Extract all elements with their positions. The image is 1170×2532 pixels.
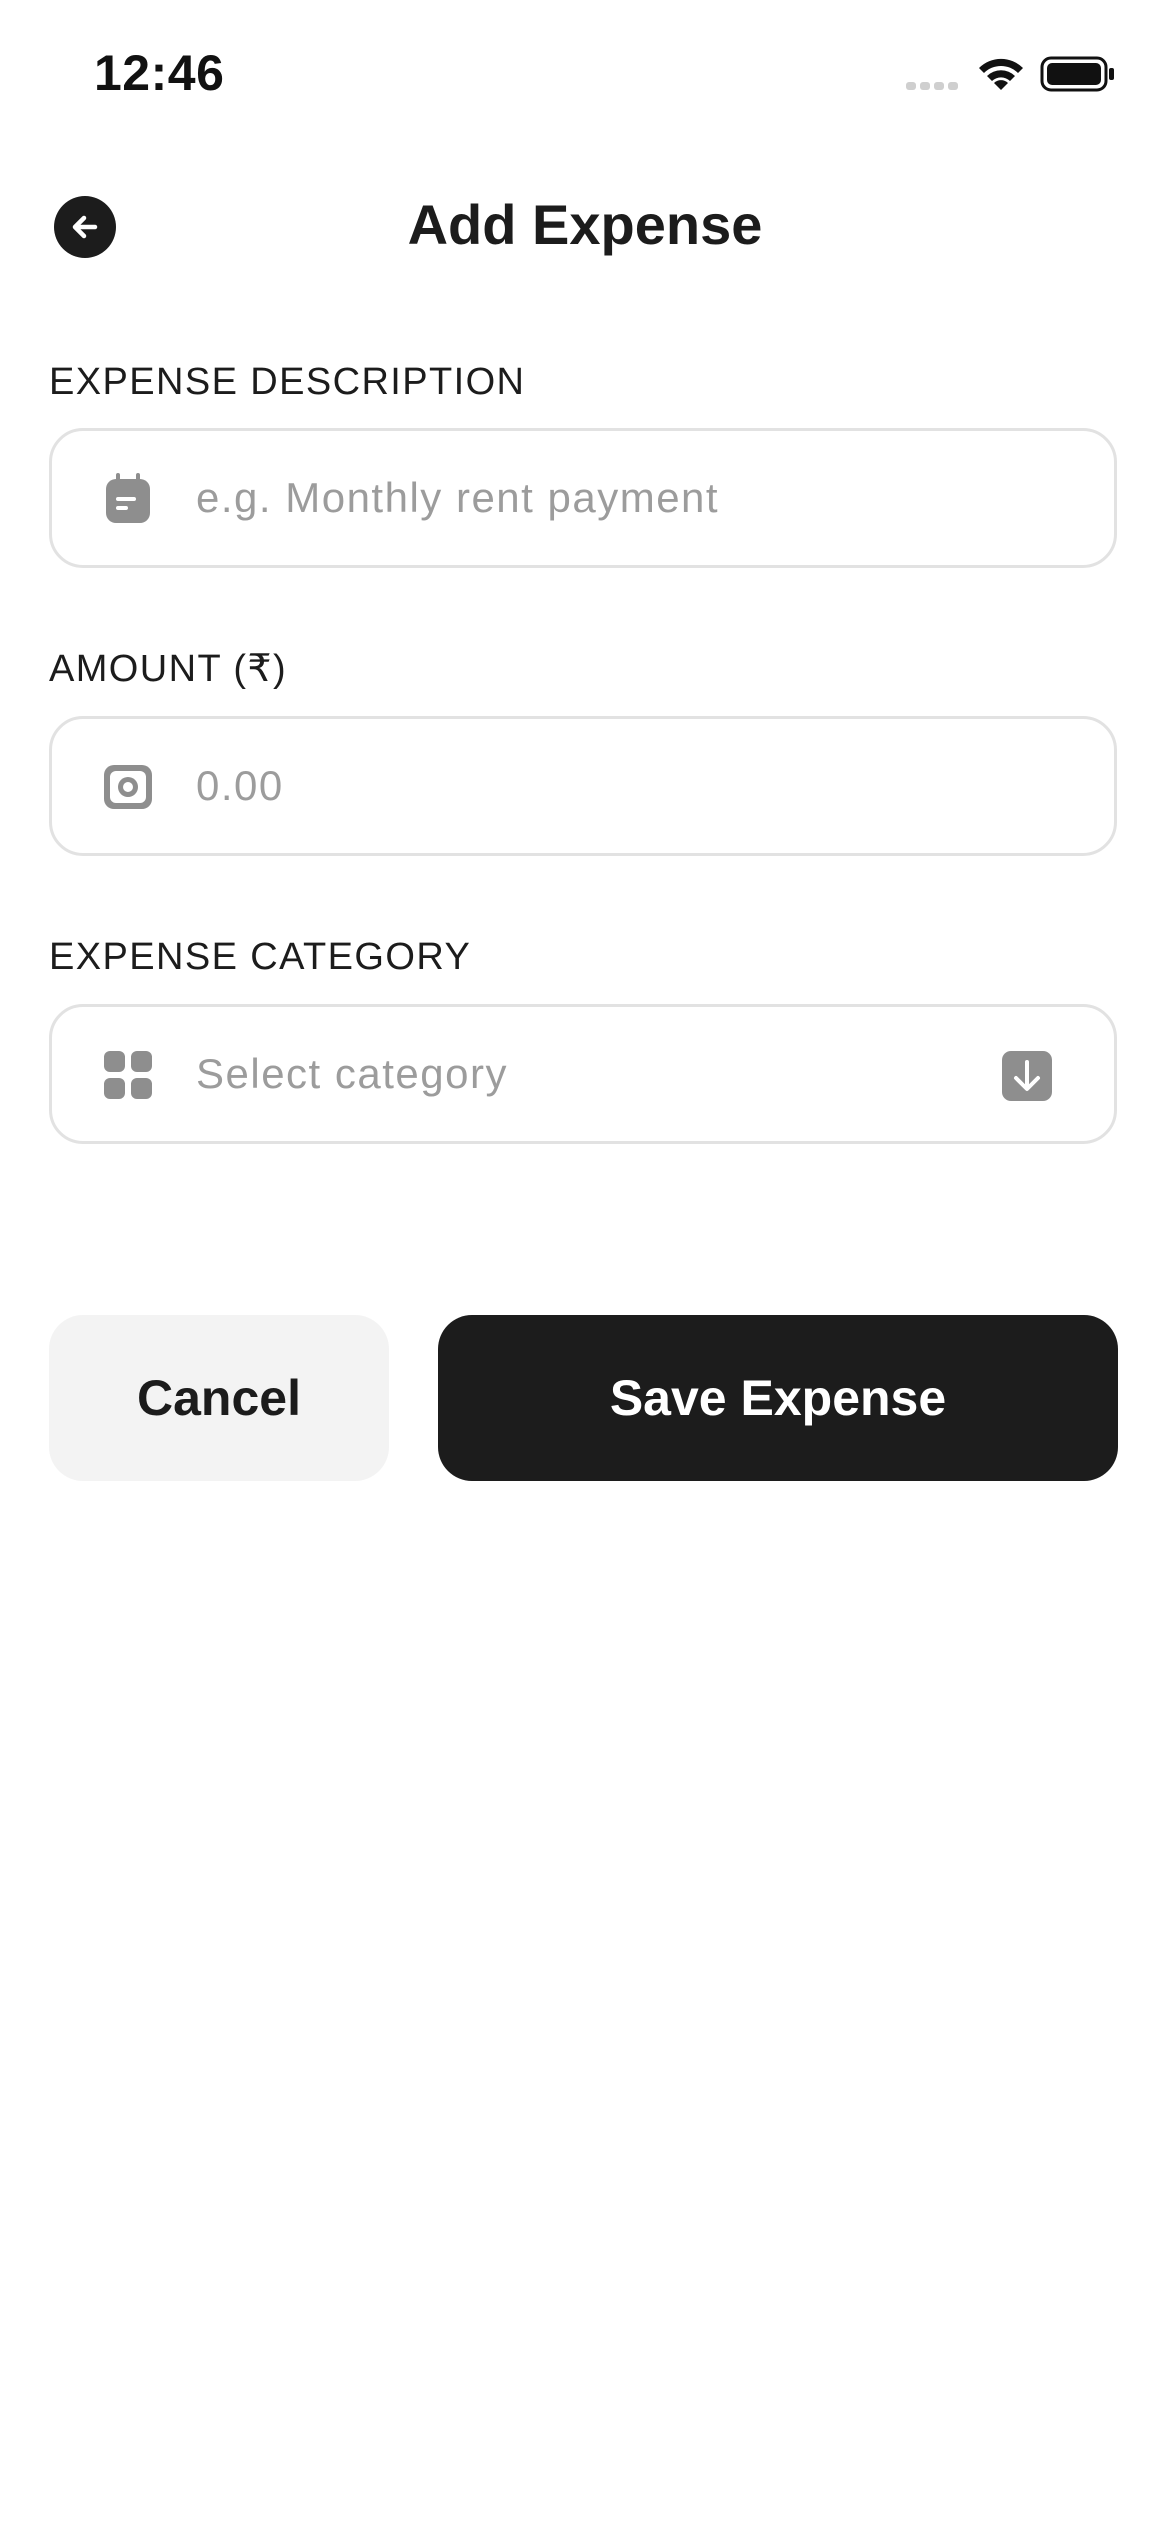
- cellular-signal-icon: [906, 82, 958, 90]
- battery-icon: [1040, 56, 1114, 92]
- wifi-icon: [979, 58, 1023, 90]
- amount-label: AMOUNT (₹): [49, 648, 288, 690]
- grid-icon: [104, 1051, 152, 1099]
- category-placeholder: Select category: [196, 1050, 508, 1097]
- arrow-down-icon: [1002, 1051, 1052, 1101]
- money-icon: [104, 765, 152, 809]
- amount-field[interactable]: [49, 716, 1117, 856]
- status-time: 12:46: [94, 45, 225, 101]
- save-expense-button[interactable]: Save Expense: [438, 1315, 1118, 1481]
- category-select[interactable]: Select category: [49, 1004, 1117, 1144]
- page-title: Add Expense: [407, 193, 763, 256]
- description-label: EXPENSE DESCRIPTION: [49, 361, 526, 403]
- description-input[interactable]: [196, 431, 1056, 565]
- description-field[interactable]: [49, 428, 1117, 568]
- status-bar: 12:46: [0, 0, 1170, 150]
- category-label: EXPENSE CATEGORY: [49, 936, 472, 978]
- cancel-button[interactable]: Cancel: [49, 1315, 389, 1481]
- amount-input[interactable]: [196, 719, 1056, 853]
- clipboard-icon: [106, 473, 150, 523]
